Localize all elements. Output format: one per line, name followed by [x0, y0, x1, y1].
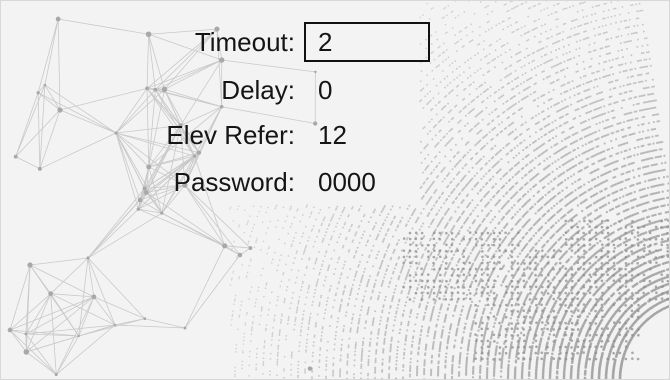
timeout-row: Timeout: 2	[0, 22, 670, 62]
password-label: Password:	[173, 167, 295, 197]
password-row: Password: 0000	[0, 162, 670, 202]
password-value[interactable]: 0000	[318, 162, 376, 202]
elev-refer-label: Elev Refer:	[166, 120, 295, 150]
elev-refer-row: Elev Refer: 12	[0, 115, 670, 155]
delay-value[interactable]: 0	[318, 70, 332, 110]
elev-refer-value[interactable]: 12	[318, 115, 347, 155]
delay-label: Delay:	[221, 75, 295, 105]
delay-row: Delay: 0	[0, 70, 670, 110]
settings-screen: Timeout: 2 Delay: 0 Elev Refer: 12 Passw…	[0, 0, 670, 380]
timeout-label: Timeout:	[194, 27, 295, 57]
timeout-input[interactable]: 2	[304, 22, 430, 62]
